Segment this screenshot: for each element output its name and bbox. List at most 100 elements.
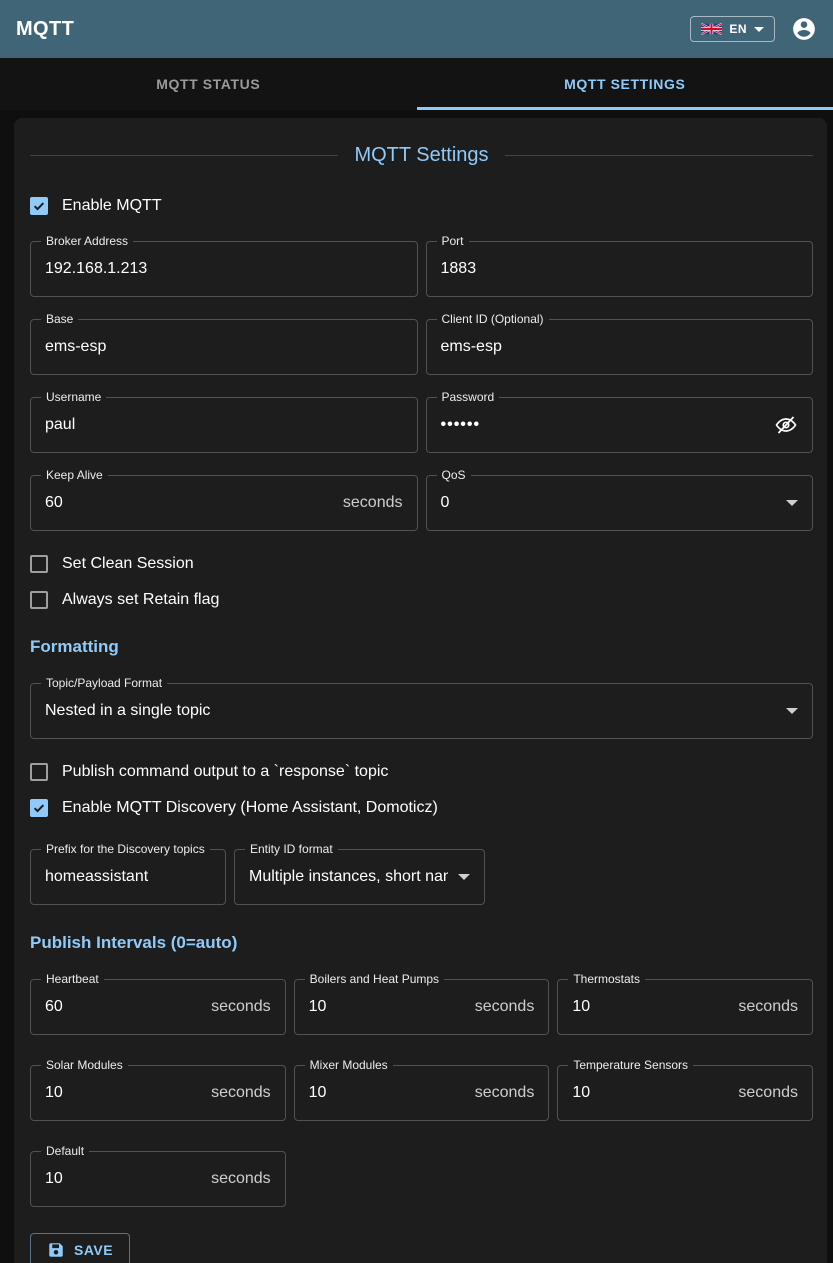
formatting-heading: Formatting bbox=[30, 637, 813, 657]
response-topic-checkbox[interactable]: Publish command output to a `response` t… bbox=[30, 763, 813, 781]
field-label: Username bbox=[41, 390, 106, 404]
select-value[interactable]: Multiple instances, short name bbox=[249, 868, 448, 886]
uk-flag-icon bbox=[701, 23, 722, 35]
field-label: Entity ID format bbox=[245, 842, 338, 856]
tab-mqtt-settings[interactable]: MQTT SETTINGS bbox=[417, 58, 833, 110]
field-adornment: seconds bbox=[343, 494, 403, 512]
dropdown-arrow-icon bbox=[458, 874, 470, 880]
field-label: Default bbox=[41, 1144, 89, 1158]
field-adornment: seconds bbox=[738, 998, 798, 1016]
checkbox-label: Always set Retain flag bbox=[62, 591, 219, 609]
dropdown-arrow-icon bbox=[786, 708, 798, 714]
default-interval-field[interactable]: Default 10 seconds bbox=[30, 1151, 286, 1207]
field-label: Keep Alive bbox=[41, 468, 108, 482]
checkbox-checked[interactable] bbox=[30, 197, 48, 215]
field-value[interactable]: 192.168.1.213 bbox=[45, 260, 403, 278]
visibility-off-icon[interactable] bbox=[774, 413, 798, 437]
field-value[interactable]: paul bbox=[45, 416, 403, 434]
field-label: Prefix for the Discovery topics bbox=[41, 842, 210, 856]
check-icon bbox=[32, 199, 46, 213]
field-label: Temperature Sensors bbox=[568, 1058, 693, 1072]
divider bbox=[30, 155, 338, 156]
field-adornment: seconds bbox=[211, 1170, 271, 1188]
checkbox-unchecked[interactable] bbox=[30, 591, 48, 609]
language-label: EN bbox=[729, 22, 747, 36]
divider bbox=[505, 155, 813, 156]
field-label: Thermostats bbox=[568, 972, 645, 986]
checkbox-label: Enable MQTT Discovery (Home Assistant, D… bbox=[62, 799, 438, 817]
field-label: Topic/Payload Format bbox=[41, 676, 167, 690]
field-label: Heartbeat bbox=[41, 972, 104, 986]
field-value[interactable]: 60 bbox=[45, 998, 203, 1016]
port-field[interactable]: Port 1883 bbox=[426, 241, 814, 297]
field-value[interactable]: 10 bbox=[45, 1084, 203, 1102]
publish-intervals-heading: Publish Intervals (0=auto) bbox=[30, 933, 813, 953]
field-value[interactable]: ems-esp bbox=[441, 338, 799, 356]
checkbox-unchecked[interactable] bbox=[30, 555, 48, 573]
boilers-interval-field[interactable]: Boilers and Heat Pumps 10 seconds bbox=[294, 979, 550, 1035]
discovery-prefix-field[interactable]: Prefix for the Discovery topics homeassi… bbox=[30, 849, 226, 905]
save-icon bbox=[47, 1241, 65, 1259]
field-label: Client ID (Optional) bbox=[437, 312, 549, 326]
checkbox-label: Publish command output to a `response` t… bbox=[62, 763, 388, 781]
broker-address-field[interactable]: Broker Address 192.168.1.213 bbox=[30, 241, 418, 297]
save-button-label: SAVE bbox=[74, 1242, 113, 1258]
heartbeat-interval-field[interactable]: Heartbeat 60 seconds bbox=[30, 979, 286, 1035]
select-value[interactable]: 0 bbox=[441, 494, 777, 512]
account-circle-icon bbox=[791, 16, 817, 42]
save-button[interactable]: SAVE bbox=[30, 1233, 130, 1263]
field-label: Boilers and Heat Pumps bbox=[305, 972, 444, 986]
mqtt-settings-panel: MQTT Settings Enable MQTT Broker Address… bbox=[14, 118, 827, 1263]
field-label: Solar Modules bbox=[41, 1058, 128, 1072]
panel-heading-text: MQTT Settings bbox=[338, 144, 504, 167]
field-value[interactable]: 60 bbox=[45, 494, 335, 512]
select-value[interactable]: Nested in a single topic bbox=[45, 702, 776, 720]
enable-mqtt-checkbox[interactable]: Enable MQTT bbox=[30, 197, 813, 215]
clean-session-checkbox[interactable]: Set Clean Session bbox=[30, 555, 813, 573]
mqtt-discovery-checkbox[interactable]: Enable MQTT Discovery (Home Assistant, D… bbox=[30, 799, 813, 817]
temperature-interval-field[interactable]: Temperature Sensors 10 seconds bbox=[557, 1065, 813, 1121]
password-field[interactable]: Password •••••• bbox=[426, 397, 814, 453]
username-field[interactable]: Username paul bbox=[30, 397, 418, 453]
field-value[interactable]: 10 bbox=[572, 1084, 730, 1102]
field-value[interactable]: ems-esp bbox=[45, 338, 403, 356]
checkbox-checked[interactable] bbox=[30, 799, 48, 817]
mixer-interval-field[interactable]: Mixer Modules 10 seconds bbox=[294, 1065, 550, 1121]
language-selector-button[interactable]: EN bbox=[690, 16, 775, 42]
field-label: Port bbox=[437, 234, 469, 248]
field-value[interactable]: 10 bbox=[572, 998, 730, 1016]
qos-select[interactable]: QoS 0 bbox=[426, 475, 814, 531]
field-label: QoS bbox=[437, 468, 471, 482]
tab-bar: MQTT STATUS MQTT SETTINGS bbox=[0, 58, 833, 110]
checkbox-label: Set Clean Session bbox=[62, 555, 194, 573]
dropdown-arrow-icon bbox=[786, 500, 798, 506]
field-adornment: seconds bbox=[211, 998, 271, 1016]
field-value[interactable]: 10 bbox=[309, 1084, 467, 1102]
field-value[interactable]: •••••• bbox=[441, 416, 775, 434]
solar-interval-field[interactable]: Solar Modules 10 seconds bbox=[30, 1065, 286, 1121]
thermostats-interval-field[interactable]: Thermostats 10 seconds bbox=[557, 979, 813, 1035]
checkbox-unchecked[interactable] bbox=[30, 763, 48, 781]
field-adornment: seconds bbox=[211, 1084, 271, 1102]
user-avatar-button[interactable] bbox=[791, 16, 817, 42]
app-bar: MQTT EN bbox=[0, 0, 833, 58]
field-value[interactable]: 10 bbox=[45, 1170, 203, 1188]
client-id-field[interactable]: Client ID (Optional) ems-esp bbox=[426, 319, 814, 375]
keep-alive-field[interactable]: Keep Alive 60 seconds bbox=[30, 475, 418, 531]
tab-mqtt-status[interactable]: MQTT STATUS bbox=[0, 58, 417, 110]
field-label: Mixer Modules bbox=[305, 1058, 393, 1072]
field-adornment: seconds bbox=[738, 1084, 798, 1102]
topic-payload-format-select[interactable]: Topic/Payload Format Nested in a single … bbox=[30, 683, 813, 739]
field-adornment: seconds bbox=[475, 1084, 535, 1102]
check-icon bbox=[32, 801, 46, 815]
base-field[interactable]: Base ems-esp bbox=[30, 319, 418, 375]
field-value[interactable]: 1883 bbox=[441, 260, 799, 278]
panel-heading: MQTT Settings bbox=[30, 144, 813, 167]
field-label: Base bbox=[41, 312, 78, 326]
field-label: Password bbox=[437, 390, 500, 404]
page-title: MQTT bbox=[16, 18, 74, 41]
retain-flag-checkbox[interactable]: Always set Retain flag bbox=[30, 591, 813, 609]
field-value[interactable]: 10 bbox=[309, 998, 467, 1016]
field-value[interactable]: homeassistant bbox=[45, 868, 211, 886]
entity-id-format-select[interactable]: Entity ID format Multiple instances, sho… bbox=[234, 849, 485, 905]
